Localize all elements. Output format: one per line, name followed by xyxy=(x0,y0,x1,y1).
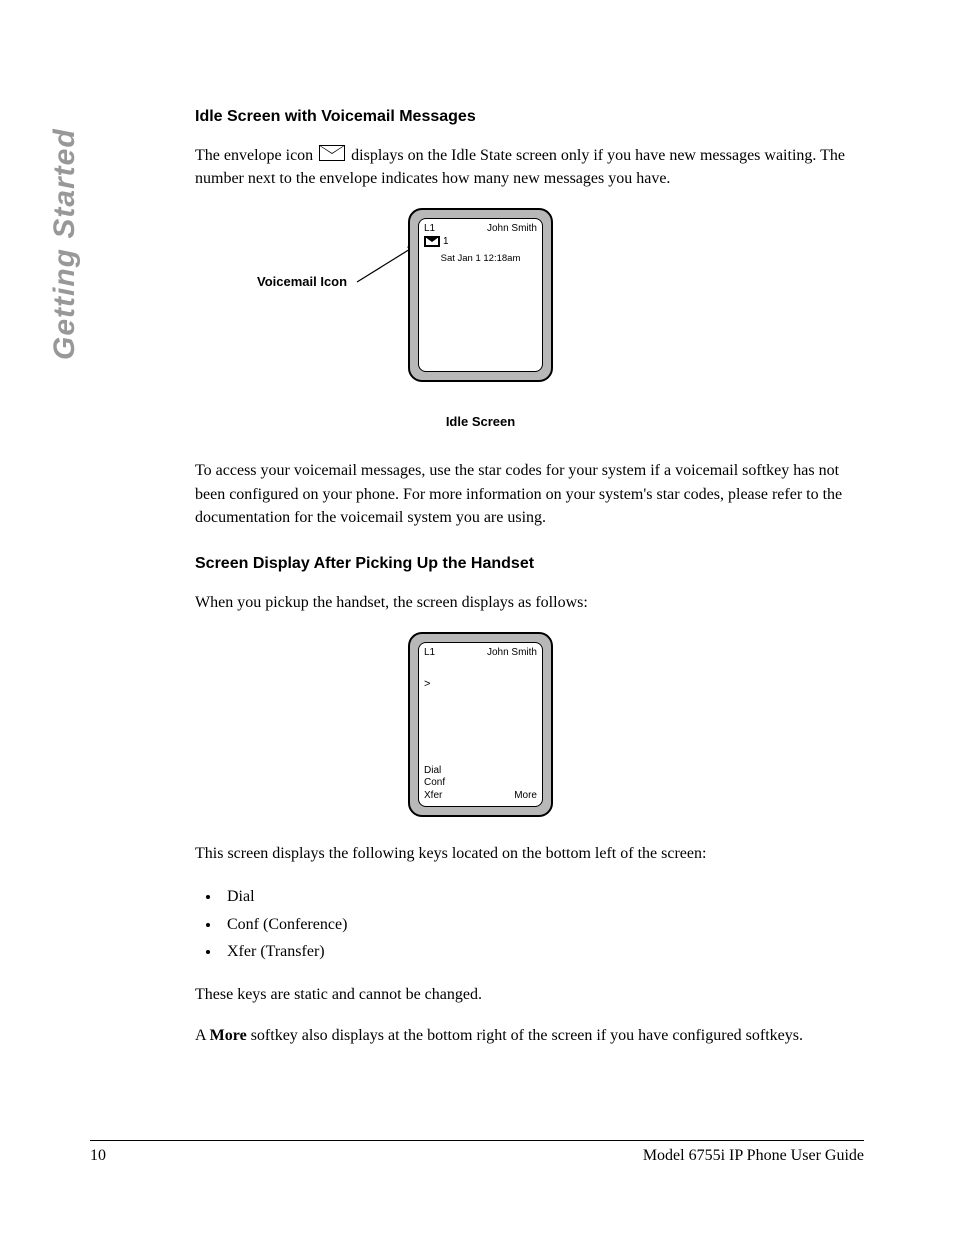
page-content: Idle Screen with Voicemail Messages The … xyxy=(195,108,860,1065)
footer-title: Model 6755i IP Phone User Guide xyxy=(643,1147,864,1165)
voicemail-icon-callout: Voicemail Icon xyxy=(257,274,347,289)
phone-screen-offhook: L1 John Smith > Dial Conf Xfer More xyxy=(418,642,543,807)
offhook-name-label: John Smith xyxy=(487,647,537,658)
section2-para4-bold: More xyxy=(210,1027,247,1044)
softkey-bullet-list: Dial Conf (Conference) Xfer (Transfer) xyxy=(195,883,860,965)
idle-name-label: John Smith xyxy=(487,223,537,234)
section2-para4-post: softkey also displays at the bottom righ… xyxy=(247,1027,803,1044)
section2-para1: When you pickup the handset, the screen … xyxy=(195,591,860,614)
phone-frame-offhook: L1 John Smith > Dial Conf Xfer More xyxy=(408,632,553,817)
phone-screen-idle: L1 John Smith 1 Sat Jan 1 12:18am xyxy=(418,218,543,372)
voicemail-icon xyxy=(424,236,440,247)
bullet-xfer: Xfer (Transfer) xyxy=(221,938,860,965)
bullet-conf: Conf (Conference) xyxy=(221,911,860,938)
section2-para4: A More softkey also displays at the bott… xyxy=(195,1024,860,1047)
section1-heading: Idle Screen with Voicemail Messages xyxy=(195,108,860,126)
bullet-dial: Dial xyxy=(221,883,860,910)
page-footer: 10 Model 6755i IP Phone User Guide xyxy=(90,1140,864,1165)
offhook-line-label: L1 xyxy=(424,647,435,658)
section2-para2: This screen displays the following keys … xyxy=(195,842,860,865)
figure-idle-screen: Voicemail Icon L1 John Smith xyxy=(195,208,860,429)
softkey-xfer: Xfer xyxy=(424,790,445,803)
softkey-conf: Conf xyxy=(424,777,445,790)
softkey-block: Dial Conf Xfer More xyxy=(424,765,537,803)
softkey-dial: Dial xyxy=(424,765,445,778)
dial-prompt: > xyxy=(424,678,537,690)
envelope-icon xyxy=(319,145,345,161)
section2-heading: Screen Display After Picking Up the Hand… xyxy=(195,555,860,573)
idle-datetime: Sat Jan 1 12:18am xyxy=(424,253,537,264)
page-number: 10 xyxy=(90,1147,106,1165)
section1-para1-pre: The envelope icon xyxy=(195,147,317,164)
idle-line-label: L1 xyxy=(424,223,435,234)
phone-frame-idle: L1 John Smith 1 Sat Jan 1 12:18am xyxy=(408,208,553,382)
figure1-caption: Idle Screen xyxy=(408,414,553,429)
softkey-more: More xyxy=(514,790,537,803)
section1-para2: To access your voicemail messages, use t… xyxy=(195,459,860,529)
section2-para4-pre: A xyxy=(195,1027,210,1044)
voicemail-count: 1 xyxy=(443,236,449,247)
section2-para3: These keys are static and cannot be chan… xyxy=(195,983,860,1006)
figure-offhook-screen: L1 John Smith > Dial Conf Xfer More xyxy=(195,632,860,832)
section1-para1: The envelope icon displays on the Idle S… xyxy=(195,144,860,190)
